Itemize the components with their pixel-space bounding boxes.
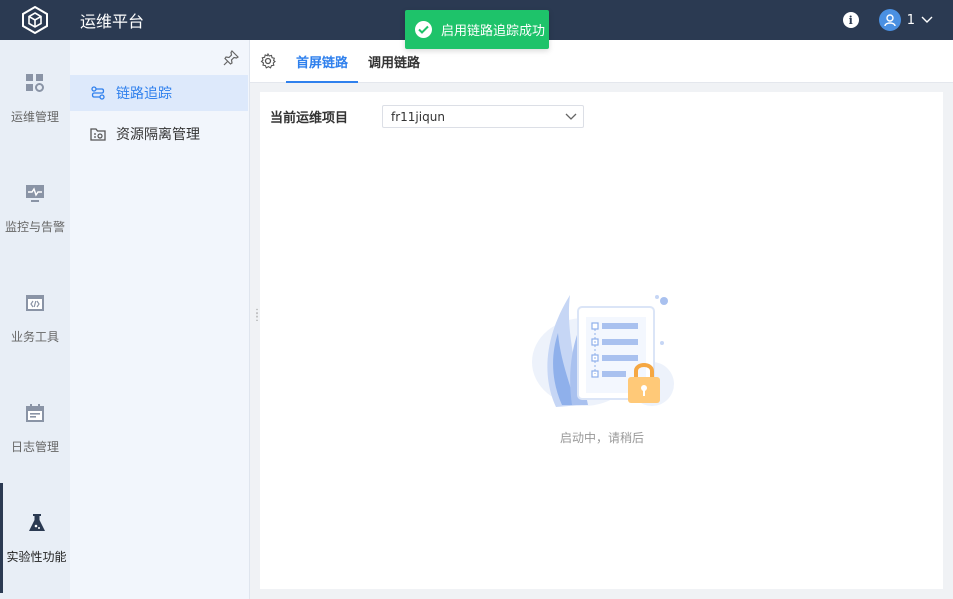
rail-item-monitoring[interactable]: 监控与告警 xyxy=(0,153,70,263)
rail-item-experimental[interactable]: 实验性功能 xyxy=(0,483,70,593)
success-toast: 启用链路追踪成功 xyxy=(405,10,549,49)
project-select[interactable]: fr11jiqun xyxy=(382,105,584,128)
resize-handle[interactable]: ⋮ ⋮ xyxy=(252,309,262,326)
subnav-item-resource-isolation[interactable]: 资源隔离管理 xyxy=(70,116,248,152)
project-select-value: fr11jiqun xyxy=(391,109,445,124)
rail-item-label: 业务工具 xyxy=(10,329,59,344)
empty-state: 启动中，请稍后 xyxy=(522,287,682,445)
check-circle-icon xyxy=(415,21,432,38)
grid-settings-icon xyxy=(24,72,46,94)
logo[interactable] xyxy=(0,0,70,40)
folder-settings-icon xyxy=(90,126,106,142)
tab-bar: 首屏链路 调用链路 xyxy=(250,40,953,83)
trace-icon xyxy=(90,85,106,101)
user-name[interactable]: 1 xyxy=(907,13,915,28)
tab-first-screen-trace[interactable]: 首屏链路 xyxy=(286,40,359,83)
primary-nav-rail: 运维管理 监控与告警 业务工具 日志管理 实验性功能 xyxy=(0,40,70,599)
rail-item-label: 监控与告警 xyxy=(4,219,65,234)
chevron-down-icon[interactable] xyxy=(921,16,933,24)
app-title: 运维平台 xyxy=(80,12,145,31)
project-label: 当前运维项目 xyxy=(270,111,349,126)
toast-message: 启用链路追踪成功 xyxy=(441,24,546,39)
empty-state-illustration xyxy=(532,295,674,407)
rail-item-label: 运维管理 xyxy=(10,109,59,124)
user-icon[interactable] xyxy=(878,9,901,31)
pin-icon[interactable] xyxy=(223,50,239,66)
rail-item-log-management[interactable]: 日志管理 xyxy=(0,373,70,483)
info-icon[interactable]: i xyxy=(842,12,859,28)
subnav-item-label: 链路追踪 xyxy=(116,86,172,102)
subnav-item-trace[interactable]: 链路追踪 xyxy=(70,75,248,111)
chevron-down-icon xyxy=(565,111,577,125)
rail-item-label: 实验性功能 xyxy=(6,549,67,564)
rail-item-business-tools[interactable]: 业务工具 xyxy=(0,263,70,373)
subnav-item-label: 资源隔离管理 xyxy=(116,127,200,143)
calendar-icon xyxy=(24,402,46,424)
main-content: 当前运维项目 fr11jiqun 启动中，请稍后 xyxy=(260,92,943,589)
code-window-icon xyxy=(24,292,46,314)
rail-item-label: 日志管理 xyxy=(10,439,59,454)
secondary-nav: 链路追踪 资源隔离管理 xyxy=(70,40,250,599)
empty-state-text: 启动中，请稍后 xyxy=(559,431,644,445)
cube-logo-icon xyxy=(22,6,48,34)
project-select-row: 当前运维项目 fr11jiqun xyxy=(270,105,584,128)
gear-icon[interactable] xyxy=(250,40,286,82)
monitor-icon xyxy=(24,182,46,204)
flask-icon xyxy=(26,512,48,534)
rail-item-ops-management[interactable]: 运维管理 xyxy=(0,43,70,153)
